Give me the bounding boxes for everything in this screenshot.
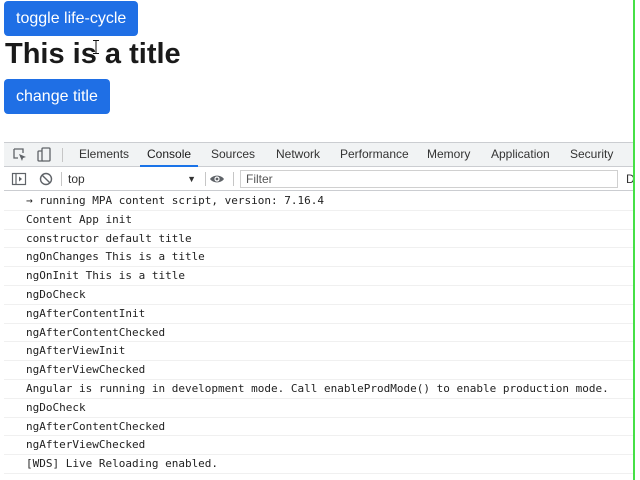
eye-icon[interactable]: [209, 171, 225, 187]
clear-console-icon[interactable]: [38, 171, 54, 187]
console-line: constructor default title: [4, 230, 633, 249]
console-line: ngDoCheck: [4, 286, 633, 305]
toolbar-overflow-text: D: [626, 172, 633, 186]
tab-performance[interactable]: Performance: [340, 143, 409, 167]
context-value: top: [68, 172, 85, 186]
tab-network[interactable]: Network: [276, 143, 320, 167]
window-edge: [633, 0, 635, 480]
tab-security[interactable]: Security: [570, 143, 613, 167]
toolbar-separator: [61, 172, 62, 186]
inspect-element-icon[interactable]: [12, 147, 28, 163]
device-toolbar-icon[interactable]: [36, 147, 52, 163]
console-toolbar: top ▼ D: [4, 167, 633, 191]
console-line: [WDS] Live Reloading enabled.: [4, 455, 633, 474]
dropdown-arrow-icon: ▼: [187, 174, 196, 184]
devtools-panel: Elements Console Sources Network Perform…: [4, 142, 633, 480]
tab-separator: [62, 148, 63, 162]
console-line: ngAfterContentChecked: [4, 418, 633, 437]
toggle-life-cycle-button[interactable]: toggle life-cycle: [4, 1, 139, 36]
toolbar-separator: [205, 172, 206, 186]
console-line: ngAfterViewChecked: [4, 436, 633, 456]
console-line: ngOnInit This is a title: [4, 267, 633, 286]
console-line: ngAfterViewInit: [4, 342, 633, 362]
filter-input[interactable]: [240, 170, 618, 188]
console-line: ngOnChanges This is a title: [4, 248, 633, 268]
console-line: → running MPA content script, version: 7…: [4, 192, 633, 211]
console-line: ngDoCheck: [4, 399, 633, 418]
tab-elements[interactable]: Elements: [79, 143, 129, 167]
cursor-icon: [93, 40, 99, 54]
sidebar-toggle-icon[interactable]: [11, 171, 27, 187]
console-line: Content App init: [4, 211, 633, 230]
devtools-tab-bar: Elements Console Sources Network Perform…: [4, 142, 633, 167]
change-title-button[interactable]: change title: [4, 79, 110, 114]
toolbar-separator: [233, 172, 234, 186]
tab-memory[interactable]: Memory: [427, 143, 470, 167]
console-line: ngAfterContentInit: [4, 305, 633, 324]
console-output: → running MPA content script, version: 7…: [4, 192, 633, 474]
console-line: ngAfterViewChecked: [4, 361, 633, 380]
console-line: ngAfterContentChecked: [4, 324, 633, 343]
console-line: Angular is running in development mode. …: [4, 380, 633, 399]
app-content: toggle life-cycle This is a title change…: [0, 0, 640, 142]
tab-console[interactable]: Console: [140, 143, 199, 167]
context-select[interactable]: top ▼: [68, 170, 198, 188]
tab-sources[interactable]: Sources: [211, 143, 255, 167]
tab-application[interactable]: Application: [491, 143, 550, 167]
